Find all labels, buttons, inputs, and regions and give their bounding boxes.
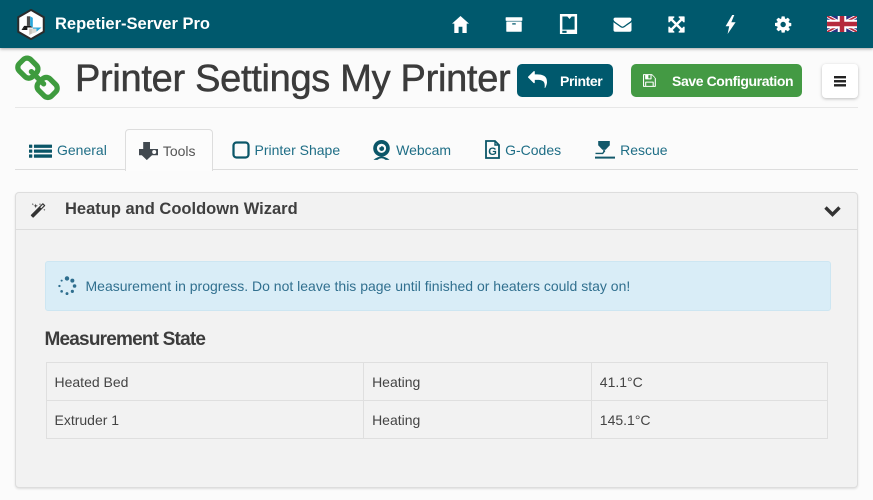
svg-text:G: G bbox=[488, 146, 497, 158]
